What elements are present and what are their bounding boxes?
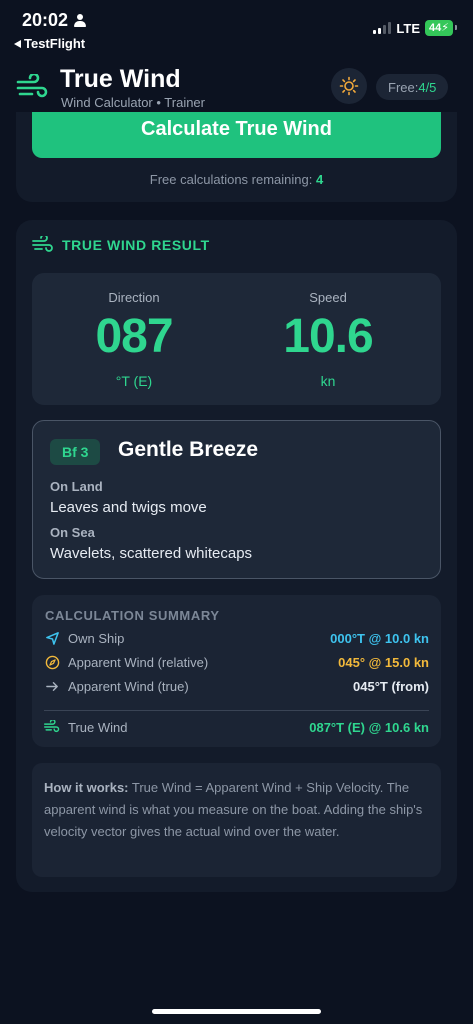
- signal-icon: [373, 22, 392, 34]
- battery-icon: 44⚡: [425, 20, 457, 36]
- on-sea-label: On Sea: [50, 525, 95, 540]
- apparent-relative-label: Apparent Wind (relative): [68, 654, 209, 670]
- on-land-label: On Land: [50, 479, 103, 494]
- summary-row-own-ship: Own Ship 000°T @ 10.0 kn: [44, 628, 429, 648]
- beaufort-card: Bf 3 Gentle Breeze On Land Leaves and tw…: [32, 420, 441, 579]
- network-type: LTE: [396, 20, 421, 36]
- true-wind-label: True Wind: [68, 719, 128, 735]
- on-land-text: Leaves and twigs move: [50, 499, 207, 516]
- beaufort-badge: Bf 3: [50, 439, 101, 465]
- status-time: 20:02: [22, 10, 87, 31]
- result-title: TRUE WIND RESULT: [62, 237, 210, 253]
- speed-unit: kn: [320, 373, 336, 389]
- navigation-icon: [44, 630, 60, 646]
- compass-icon: [44, 654, 60, 670]
- true-wind-value: 087°T (E) @ 10.6 kn: [309, 719, 429, 735]
- free-count: 4/5: [418, 79, 437, 95]
- calculation-summary: CALCULATION SUMMARY Own Ship 000°T @ 10.…: [32, 595, 441, 747]
- remaining-count: 4: [315, 172, 324, 187]
- apparent-true-value: 045°T (from): [353, 678, 429, 694]
- remaining-calculations: Free calculations remaining: 4: [16, 172, 457, 187]
- app-title: True Wind: [60, 65, 181, 93]
- own-ship-label: Own Ship: [68, 630, 125, 646]
- apparent-true-label: Apparent Wind (true): [68, 678, 189, 694]
- summary-row-true-wind: True Wind 087°T (E) @ 10.6 kn: [44, 717, 429, 737]
- direction-label: Direction: [108, 290, 160, 305]
- direction-column: Direction 087 °T (E): [32, 273, 236, 389]
- free-usage-badge: Free: 4/5: [376, 74, 449, 100]
- result-values: Direction 087 °T (E) Speed 10.6 kn: [32, 273, 441, 405]
- summary-row-apparent-true: Apparent Wind (true) 045°T (from): [44, 676, 429, 696]
- result-header: TRUE WIND RESULT: [32, 236, 210, 254]
- calculator-card: Calculate True Wind Free calculations re…: [16, 112, 457, 202]
- back-arrow-icon: [14, 39, 21, 48]
- speed-label: Speed: [309, 290, 347, 305]
- own-ship-value: 000°T @ 10.0 kn: [330, 630, 429, 646]
- how-it-works-heading: How it works:: [44, 780, 129, 795]
- arrow-right-icon: [44, 678, 60, 694]
- wind-logo-icon: [16, 74, 48, 98]
- status-bar: 20:02 TestFlight LTE 44⚡: [0, 0, 473, 56]
- back-to-app-link[interactable]: TestFlight: [14, 36, 85, 51]
- speed-column: Speed 10.6 kn: [226, 273, 430, 389]
- summary-row-apparent-relative: Apparent Wind (relative) 045° @ 15.0 kn: [44, 652, 429, 672]
- status-indicators: LTE 44⚡: [373, 20, 457, 36]
- summary-divider: [44, 710, 429, 711]
- on-sea-text: Wavelets, scattered whitecaps: [50, 545, 253, 562]
- wind-icon: [32, 236, 53, 252]
- home-indicator[interactable]: [152, 1009, 321, 1014]
- theme-toggle-button[interactable]: [331, 68, 367, 104]
- free-label: Free:: [388, 79, 419, 95]
- calculate-true-wind-button[interactable]: Calculate True Wind: [32, 112, 441, 158]
- battery-level: 44: [429, 22, 442, 34]
- remaining-label: Free calculations remaining:: [149, 172, 316, 187]
- sun-icon: [339, 76, 359, 96]
- speed-value: 10.6: [283, 310, 373, 363]
- direction-value: 087: [95, 310, 173, 363]
- how-it-works: How it works: True Wind = Apparent Wind …: [32, 763, 441, 877]
- status-time-text: 20:02: [22, 10, 69, 30]
- back-app-label: TestFlight: [24, 36, 86, 51]
- direction-unit: °T (E): [115, 373, 153, 389]
- summary-title: CALCULATION SUMMARY: [45, 608, 220, 623]
- beaufort-name: Gentle Breeze: [118, 438, 259, 461]
- person-icon: [74, 14, 87, 27]
- true-wind-result-card: TRUE WIND RESULT Direction 087 °T (E) Sp…: [16, 220, 457, 892]
- app-header: True Wind Wind Calculator • Trainer Free…: [0, 58, 473, 120]
- app-subtitle: Wind Calculator • Trainer: [61, 95, 205, 110]
- wind-icon: [44, 719, 60, 735]
- apparent-relative-value: 045° @ 15.0 kn: [338, 654, 429, 670]
